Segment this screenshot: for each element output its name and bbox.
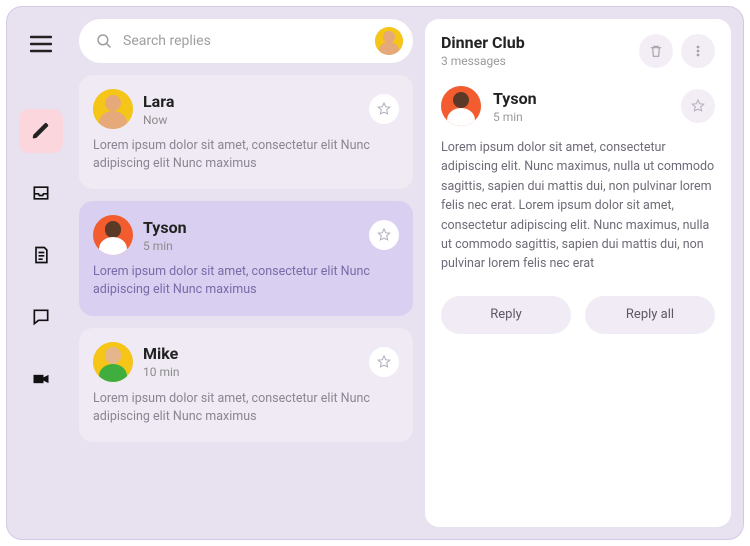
avatar	[93, 89, 133, 129]
thread-time: Now	[143, 113, 359, 127]
thread-item[interactable]: Tyson 5 min Lorem ipsum dolor sit amet, …	[79, 201, 413, 315]
thread-time: 10 min	[143, 365, 359, 379]
pencil-icon	[31, 121, 51, 141]
thread-item[interactable]: Lara Now Lorem ipsum dolor sit amet, con…	[79, 75, 413, 189]
detail-header: Dinner Club 3 messages	[441, 33, 715, 68]
main-area: Lara Now Lorem ipsum dolor sit amet, con…	[79, 19, 731, 527]
detail-column: Dinner Club 3 messages Tyson 5 min	[425, 19, 731, 527]
nav-notes[interactable]	[19, 233, 63, 277]
reply-all-button[interactable]: Reply all	[585, 296, 715, 334]
star-button[interactable]	[369, 94, 399, 124]
star-icon	[690, 98, 706, 114]
message-body: Lorem ipsum dolor sit amet, consectetur …	[441, 138, 715, 274]
more-button[interactable]	[681, 34, 715, 68]
thread-name: Lara	[143, 92, 359, 111]
nav-video[interactable]	[19, 357, 63, 401]
thread-name: Tyson	[143, 218, 359, 237]
nav-inbox[interactable]	[19, 171, 63, 215]
star-icon	[376, 227, 392, 243]
avatar	[93, 342, 133, 382]
notes-icon	[31, 245, 51, 265]
search-bar	[79, 19, 413, 63]
trash-icon	[648, 43, 664, 59]
sidebar	[13, 19, 69, 527]
thread-preview: Lorem ipsum dolor sit amet, consectetur …	[93, 390, 399, 426]
star-icon	[376, 101, 392, 117]
message-author: Tyson	[493, 89, 669, 108]
message-avatar	[441, 86, 481, 126]
search-input[interactable]	[123, 33, 365, 49]
chat-icon	[31, 307, 51, 327]
detail-title: Dinner Club	[441, 33, 631, 52]
nav-compose[interactable]	[19, 109, 63, 153]
thread-item[interactable]: Mike 10 min Lorem ipsum dolor sit amet, …	[79, 328, 413, 442]
star-button[interactable]	[369, 220, 399, 250]
message-time: 5 min	[493, 110, 669, 124]
app-window: Lara Now Lorem ipsum dolor sit amet, con…	[6, 6, 744, 540]
message-actions: Reply Reply all	[441, 296, 715, 334]
avatar	[93, 215, 133, 255]
thread-time: 5 min	[143, 239, 359, 253]
message-star-button[interactable]	[681, 89, 715, 123]
hamburger-menu-button[interactable]	[26, 31, 56, 61]
inbox-icon	[31, 183, 51, 203]
delete-button[interactable]	[639, 34, 673, 68]
nav-chat[interactable]	[19, 295, 63, 339]
current-user-avatar[interactable]	[375, 27, 403, 55]
thread-preview: Lorem ipsum dolor sit amet, consectetur …	[93, 263, 399, 299]
reply-button[interactable]: Reply	[441, 296, 571, 334]
star-button[interactable]	[369, 347, 399, 377]
more-vertical-icon	[690, 43, 706, 59]
thread-name: Mike	[143, 344, 359, 363]
detail-subtitle: 3 messages	[441, 54, 631, 68]
search-icon	[95, 32, 113, 50]
message-header: Tyson 5 min	[441, 86, 715, 126]
star-icon	[376, 354, 392, 370]
hamburger-icon	[30, 35, 52, 53]
thread-preview: Lorem ipsum dolor sit amet, consectetur …	[93, 137, 399, 173]
thread-list-column: Lara Now Lorem ipsum dolor sit amet, con…	[79, 19, 413, 527]
video-icon	[31, 369, 51, 389]
